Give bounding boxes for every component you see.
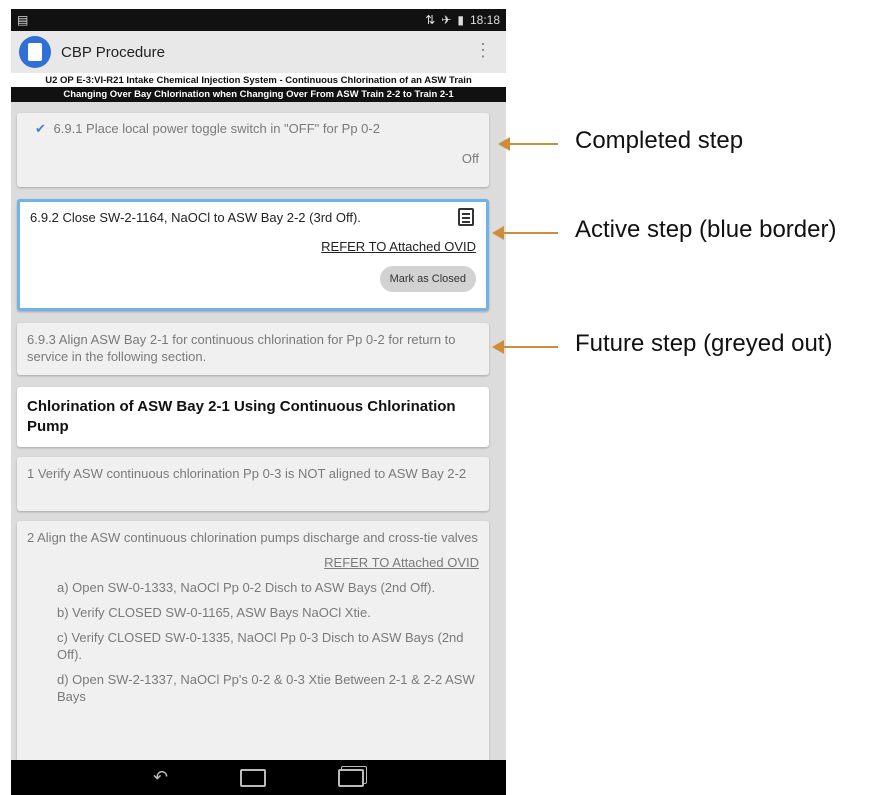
recent-apps-icon[interactable] xyxy=(338,768,365,787)
action-bar: CBP Procedure ⋮ xyxy=(11,31,506,73)
bluetooth-icon: ⇅ xyxy=(425,13,436,27)
status-bar: ▤ ⇅ ✈ ▮ 18:18 xyxy=(11,9,506,31)
step-value: Off xyxy=(461,151,479,166)
sub-item: a) Open SW-0-1333, NaOCl Pp 0-2 Disch to… xyxy=(57,580,436,595)
annotation-completed: Completed step xyxy=(575,127,744,154)
back-icon[interactable]: ↶ xyxy=(153,767,168,788)
arrow-active xyxy=(492,226,558,240)
section-title: Chlorination of ASW Bay 2-1 Using Contin… xyxy=(27,398,456,435)
clock: 18:18 xyxy=(469,13,500,27)
note-icon[interactable] xyxy=(458,208,474,226)
sub-step-card-1[interactable]: 1 Verify ASW continuous chlorination Pp … xyxy=(17,457,489,511)
sub-step-card-2[interactable]: 2 Align the ASW continuous chlorination … xyxy=(17,521,489,760)
section-header: Chlorination of ASW Bay 2-1 Using Contin… xyxy=(17,387,489,447)
tablet-screen: ▤ ⇅ ✈ ▮ 18:18 CBP Procedure ⋮ U2 OP E-3:… xyxy=(11,9,506,795)
step-text: 1 Verify ASW continuous chlorination Pp … xyxy=(27,466,467,481)
annotation-active: Active step (blue border) xyxy=(575,216,837,243)
app-logo-icon[interactable] xyxy=(19,36,51,68)
ovid-link[interactable]: REFER TO Attached OVID xyxy=(27,554,479,571)
sub-item: d) Open SW-2-1337, NaOCl Pp's 0-2 & 0-3 … xyxy=(57,672,475,704)
procedure-title-bar: U2 OP E-3:VI-R21 Intake Chemical Injecti… xyxy=(11,73,506,102)
step-text: 6.9.2 Close SW-2-1164, NaOCl to ASW Bay … xyxy=(30,210,361,225)
sub-item: b) Verify CLOSED SW-0-1165, ASW Bays NaO… xyxy=(57,605,371,620)
mark-as-closed-button[interactable]: Mark as Closed xyxy=(379,266,476,292)
battery-icon: ▮ xyxy=(457,13,464,27)
sub-item: c) Verify CLOSED SW-0-1335, NaOCl Pp 0-3… xyxy=(57,630,464,662)
airplane-icon: ✈ xyxy=(441,13,452,27)
step-list[interactable]: ✔ 6.9.1 Place local power toggle switch … xyxy=(11,105,506,760)
step-card-future[interactable]: 6.9.3 Align ASW Bay 2-1 for continuous c… xyxy=(17,323,489,375)
arrow-future xyxy=(492,340,558,354)
ovid-link[interactable]: REFER TO Attached OVID xyxy=(30,239,476,254)
step-text: 6.9.3 Align ASW Bay 2-1 for continuous c… xyxy=(27,332,456,364)
step-card-completed[interactable]: ✔ 6.9.1 Place local power toggle switch … xyxy=(17,113,489,187)
step-card-active[interactable]: 6.9.2 Close SW-2-1164, NaOCl to ASW Bay … xyxy=(17,199,489,311)
home-icon[interactable] xyxy=(240,768,267,787)
step-text: 2 Align the ASW continuous chlorination … xyxy=(27,530,478,545)
annotation-future: Future step (greyed out) xyxy=(575,330,833,357)
notification-icon: ▤ xyxy=(17,13,29,27)
overflow-menu-icon[interactable]: ⋮ xyxy=(474,41,492,59)
checkmark-icon: ✔ xyxy=(35,121,46,136)
app-title: CBP Procedure xyxy=(61,43,165,61)
step-text: 6.9.1 Place local power toggle switch in… xyxy=(53,121,380,136)
procedure-subtitle: Changing Over Bay Chlorination when Chan… xyxy=(11,87,506,102)
procedure-title: U2 OP E-3:VI-R21 Intake Chemical Injecti… xyxy=(45,75,472,86)
arrow-completed xyxy=(498,137,558,151)
nav-bar: ↶ xyxy=(11,760,506,795)
